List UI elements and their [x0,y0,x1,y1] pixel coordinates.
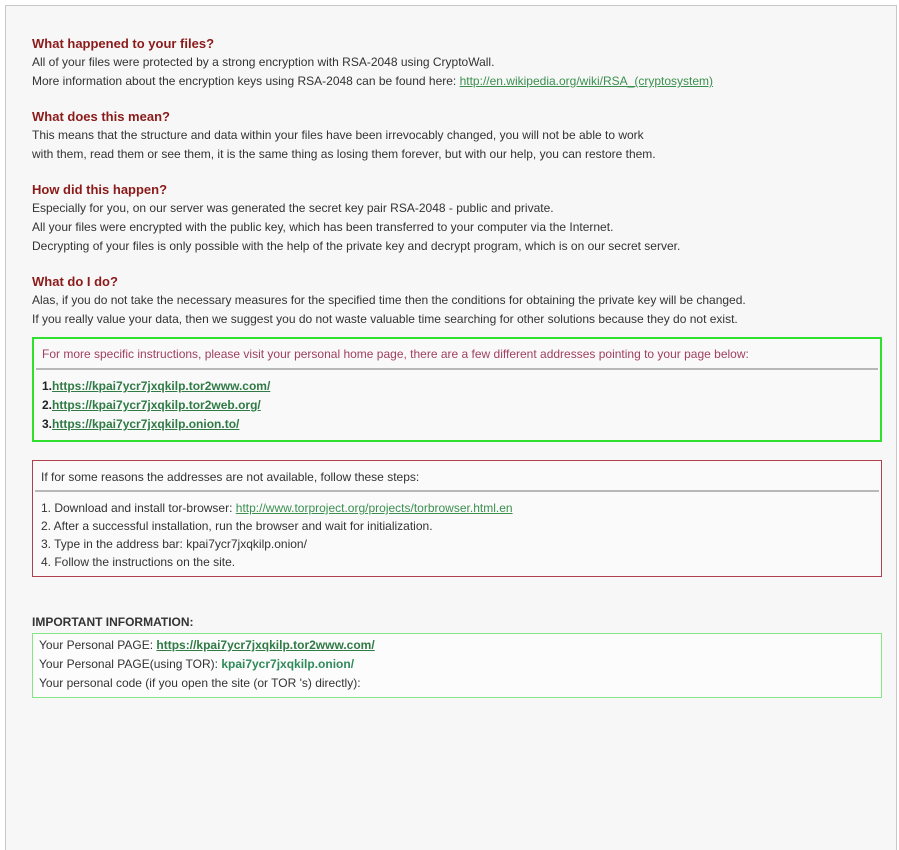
section-text: Decrypting of your files is only possibl… [32,239,681,253]
section-text: with them, read them or see them, it is … [32,147,656,161]
step-4: 4. Follow the instructions on the site. [41,555,236,569]
section-how-did-this-happen: How did this happen? Especially for you,… [32,181,882,256]
personal-page-link[interactable]: https://kpai7ycr7jxqkilp.tor2www.com/ [156,638,374,652]
section-text: All your files were encrypted with the p… [32,220,614,234]
step-3: 3. Type in the address bar: kpai7ycr7jxq… [41,537,307,551]
divider [36,368,878,370]
link-row: 3.https://kpai7ycr7jxqkilp.onion.to/ [42,415,872,434]
tor-instructions-box: If for some reasons the addresses are no… [32,460,882,577]
tor-page-row: Your Personal PAGE(using TOR): kpai7ycr7… [39,655,873,674]
info-label: Your Personal PAGE(using TOR): [39,657,222,671]
section-what-happened: What happened to your files? All of your… [32,35,882,91]
tor-address[interactable]: kpai7ycr7jxqkilp.onion/ [221,657,354,671]
personal-code-row: Your personal code (if you open the site… [39,676,361,690]
section-text: Especially for you, on our server was ge… [32,201,554,215]
link-number: 2. [42,398,53,412]
link-row: 1.https://kpai7ycr7jxqkilp.tor2www.com/ [42,377,872,396]
section-heading: How did this happen? [32,182,168,197]
section-heading: What happened to your files? [32,36,215,51]
link-number: 3. [42,417,53,431]
important-info-title: IMPORTANT INFORMATION: [32,615,194,629]
personal-page-link-3[interactable]: https://kpai7ycr7jxqkilp.onion.to/ [52,417,239,431]
link-row: 2.https://kpai7ycr7jxqkilp.tor2web.org/ [42,396,872,415]
link-prefix-text: More information about the encryption ke… [32,74,460,88]
personal-page-link-1[interactable]: https://kpai7ycr7jxqkilp.tor2www.com/ [52,379,270,393]
section-text: If you really value your data, then we s… [32,312,738,326]
step-2: 2. After a successful installation, run … [41,519,433,533]
divider [35,490,879,492]
important-info-box: Your Personal PAGE: https://kpai7ycr7jxq… [32,633,882,698]
ransom-note-window: What happened to your files? All of your… [5,5,897,850]
section-text: Alas, if you do not take the necessary m… [32,293,746,307]
step-text: 1. Download and install tor-browser: [41,501,236,515]
section-what-does-this-mean: What does this mean? This means that the… [32,108,882,164]
personal-page-link-2[interactable]: https://kpai7ycr7jxqkilp.tor2web.org/ [52,398,261,412]
info-label: Your Personal PAGE: [39,638,157,652]
torbrowser-download-link[interactable]: http://www.torproject.org/projects/torbr… [236,501,513,515]
section-text-with-link: More information about the encryption ke… [32,72,882,91]
section-text: This means that the structure and data w… [32,128,644,142]
section-heading: What do I do? [32,274,118,289]
links-box-intro: For more specific instructions, please v… [42,347,749,361]
personal-page-links-box: For more specific instructions, please v… [32,337,882,442]
link-number: 1. [42,379,53,393]
tor-box-intro: If for some reasons the addresses are no… [41,470,420,484]
ransom-note-content: What happened to your files? All of your… [32,35,882,698]
wikipedia-rsa-link[interactable]: http://en.wikipedia.org/wiki/RSA_(crypto… [460,74,713,88]
section-heading: What does this mean? [32,109,170,124]
step-1: 1. Download and install tor-browser: htt… [41,499,873,517]
section-text: All of your files were protected by a st… [32,55,495,69]
personal-page-row: Your Personal PAGE: https://kpai7ycr7jxq… [39,636,873,655]
section-what-do-i-do: What do I do? Alas, if you do not take t… [32,273,882,329]
